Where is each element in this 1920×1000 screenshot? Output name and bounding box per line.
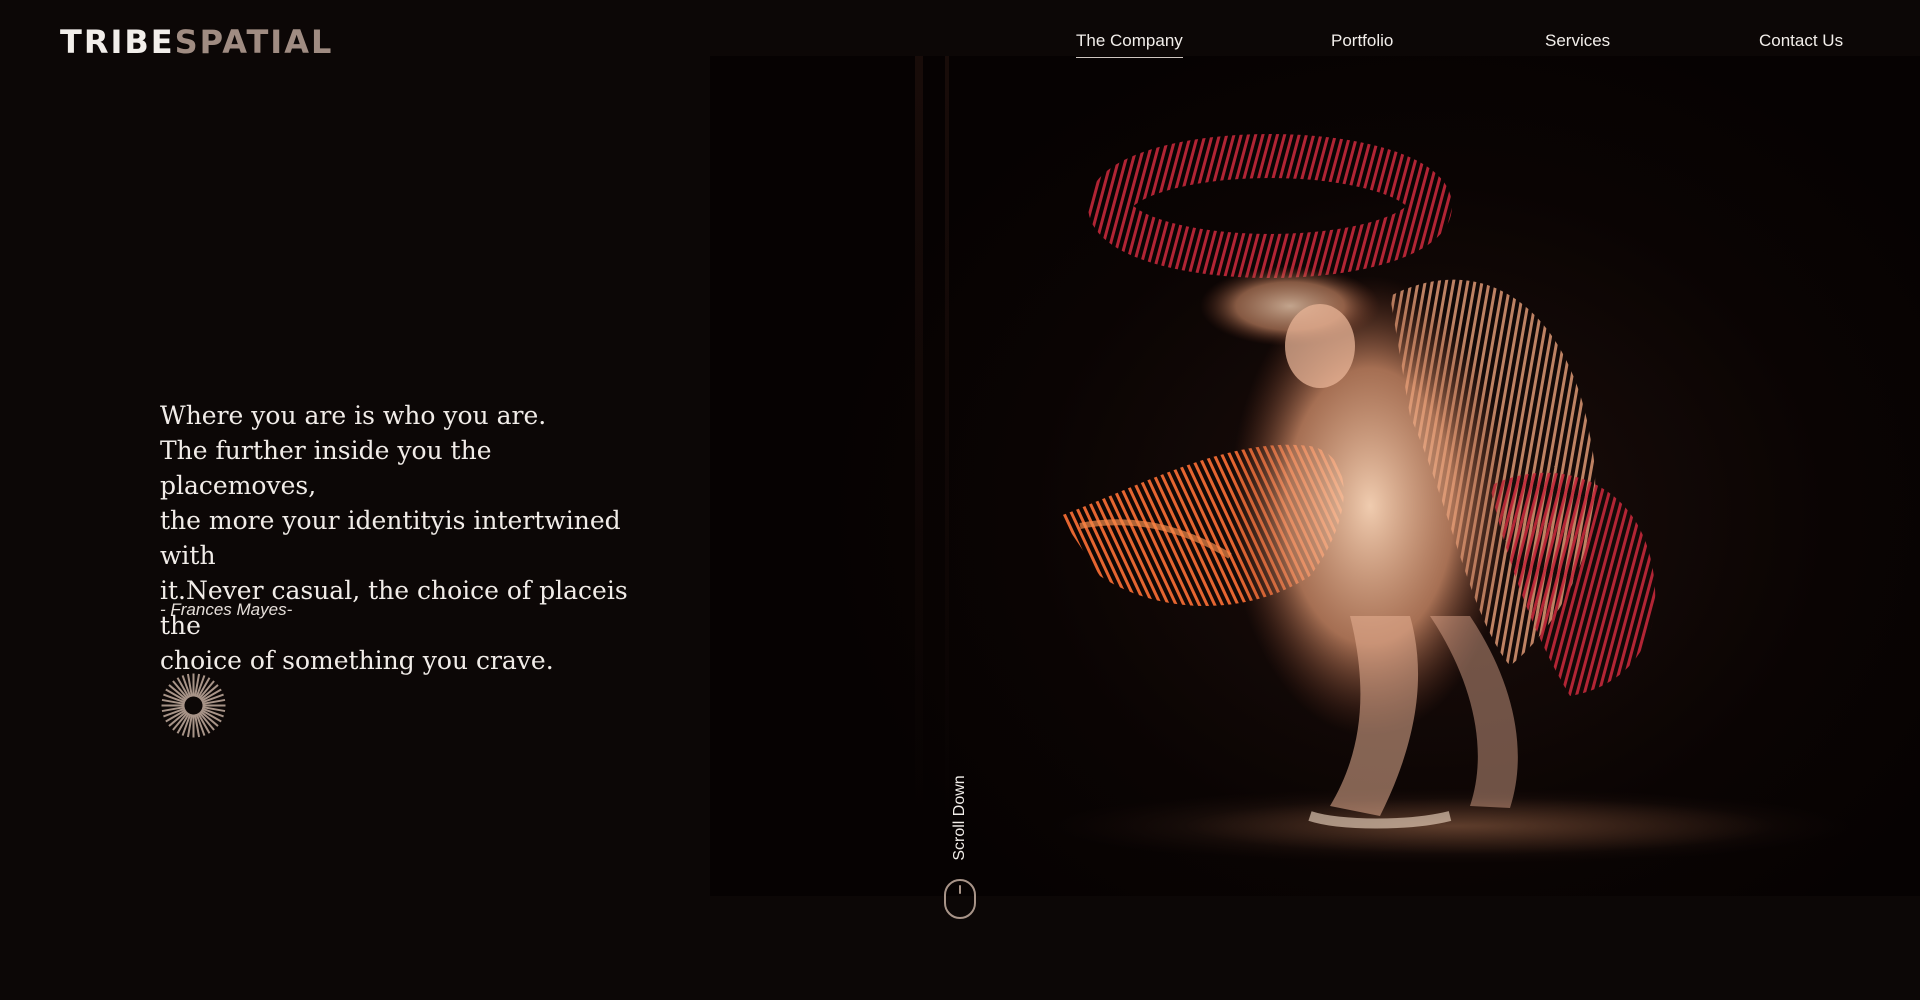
scroll-down-label[interactable]: Scroll Down bbox=[951, 775, 969, 860]
page: TRIBESPATIAL The Company Portfolio Servi… bbox=[0, 0, 1920, 1000]
hero-image bbox=[710, 56, 1920, 896]
quote-line: Where you are is who you are. bbox=[160, 401, 547, 430]
main-nav: The Company Portfolio Services Contact U… bbox=[0, 30, 1920, 60]
nav-the-company[interactable]: The Company bbox=[1076, 30, 1183, 58]
sunburst-icon bbox=[161, 673, 226, 738]
dancer-illustration bbox=[1050, 134, 1850, 864]
nav-services[interactable]: Services bbox=[1545, 30, 1610, 52]
quote-line: choice of something you crave. bbox=[160, 646, 554, 675]
mouse-icon[interactable] bbox=[943, 878, 977, 920]
quote-line: the more your identityis intertwined wit… bbox=[160, 506, 621, 570]
hero-quote: Where you are is who you are. The furthe… bbox=[160, 398, 640, 678]
quote-line: The further inside you the placemoves, bbox=[160, 436, 492, 500]
nav-contact-us[interactable]: Contact Us bbox=[1759, 30, 1843, 52]
nav-portfolio[interactable]: Portfolio bbox=[1331, 30, 1393, 52]
quote-author: - Frances Mayes- bbox=[160, 600, 293, 619]
